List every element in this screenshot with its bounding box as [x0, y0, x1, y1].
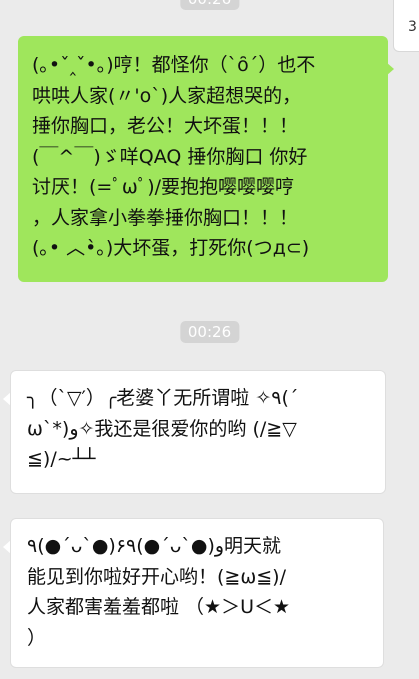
timestamp-top: 00:26	[179, 0, 240, 10]
received-message-bubble-2[interactable]: ٩(●ˊᴗˋ●)۶٩(●ˊᴗˋ●)و明天就 能见到你啦好开心哟！(≧ω≦)/ 人…	[10, 518, 384, 668]
timestamp-middle: 00:26	[179, 321, 240, 343]
sent-message-bubble[interactable]: (｡•ˇ‸ˇ•｡)哼！都怪你（`ȏ´）也不 哄哄人家(〃'o`)人家超想哭的， …	[18, 36, 388, 282]
received-message-bubble-1[interactable]: ╮（`▽′）╭老婆丫无所谓啦 ✧٩(ˊ ωˋ*)و✧我还是很爱你的哟 (/≧▽ …	[10, 370, 386, 494]
edge-fragment: 3	[393, 0, 419, 52]
